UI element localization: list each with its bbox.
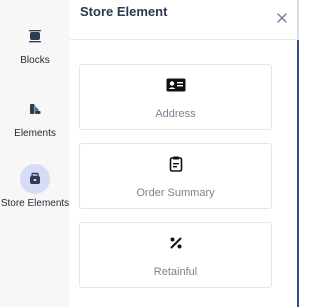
store-element-panel: Store Element Address Order Summary Reta… bbox=[70, 0, 297, 307]
store-elements-icon bbox=[20, 164, 50, 194]
sidebar-item-store-elements[interactable]: Store Elements bbox=[0, 164, 70, 209]
sidebar-item-blocks[interactable]: Blocks bbox=[0, 21, 70, 66]
percent-icon bbox=[166, 233, 186, 253]
store-element-card-order-summary[interactable]: Order Summary bbox=[79, 143, 272, 209]
card-label: Retainful bbox=[153, 266, 198, 278]
order-summary-icon bbox=[166, 154, 186, 174]
card-label: Address bbox=[155, 108, 196, 120]
sidebar-item-elements[interactable]: Elements bbox=[0, 94, 70, 139]
panel-header: Store Element bbox=[70, 0, 297, 40]
sidebar-item-label: Elements bbox=[14, 128, 56, 139]
blocks-icon bbox=[20, 21, 50, 51]
address-card-icon bbox=[166, 75, 186, 95]
panel-title: Store Element bbox=[80, 4, 168, 19]
close-icon[interactable] bbox=[275, 11, 289, 25]
canvas-edge-accent bbox=[297, 40, 299, 307]
sidebar-rail: Blocks Elements Store Elements bbox=[0, 0, 70, 307]
sidebar-item-label: Store Elements bbox=[0, 198, 70, 209]
store-element-card-address[interactable]: Address bbox=[79, 64, 272, 130]
elements-icon bbox=[20, 94, 50, 124]
card-label: Order Summary bbox=[136, 187, 215, 199]
sidebar-item-label: Blocks bbox=[20, 55, 50, 66]
store-element-card-retainful[interactable]: Retainful bbox=[79, 222, 272, 288]
